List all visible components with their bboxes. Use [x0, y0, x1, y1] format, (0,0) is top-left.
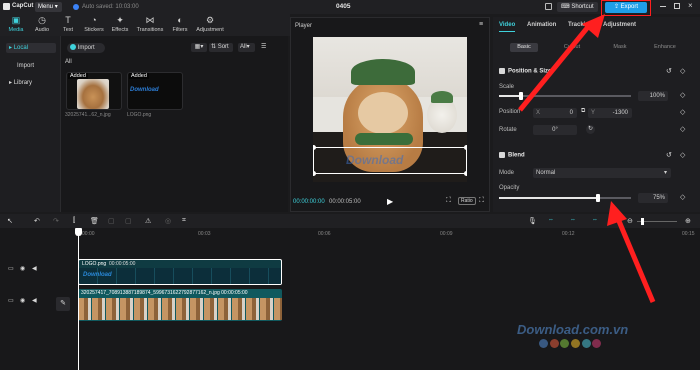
watermark-dots — [539, 339, 628, 350]
watermark-text: Download.com.vn — [517, 322, 629, 337]
watermark: Download.com.vn — [517, 322, 628, 350]
arrow-to-export-head — [582, 14, 605, 38]
arrow-to-export — [518, 20, 594, 112]
arrow-to-opacity — [613, 213, 656, 303]
annotation-overlay — [518, 14, 656, 303]
arrow-to-opacity-head — [607, 201, 627, 226]
